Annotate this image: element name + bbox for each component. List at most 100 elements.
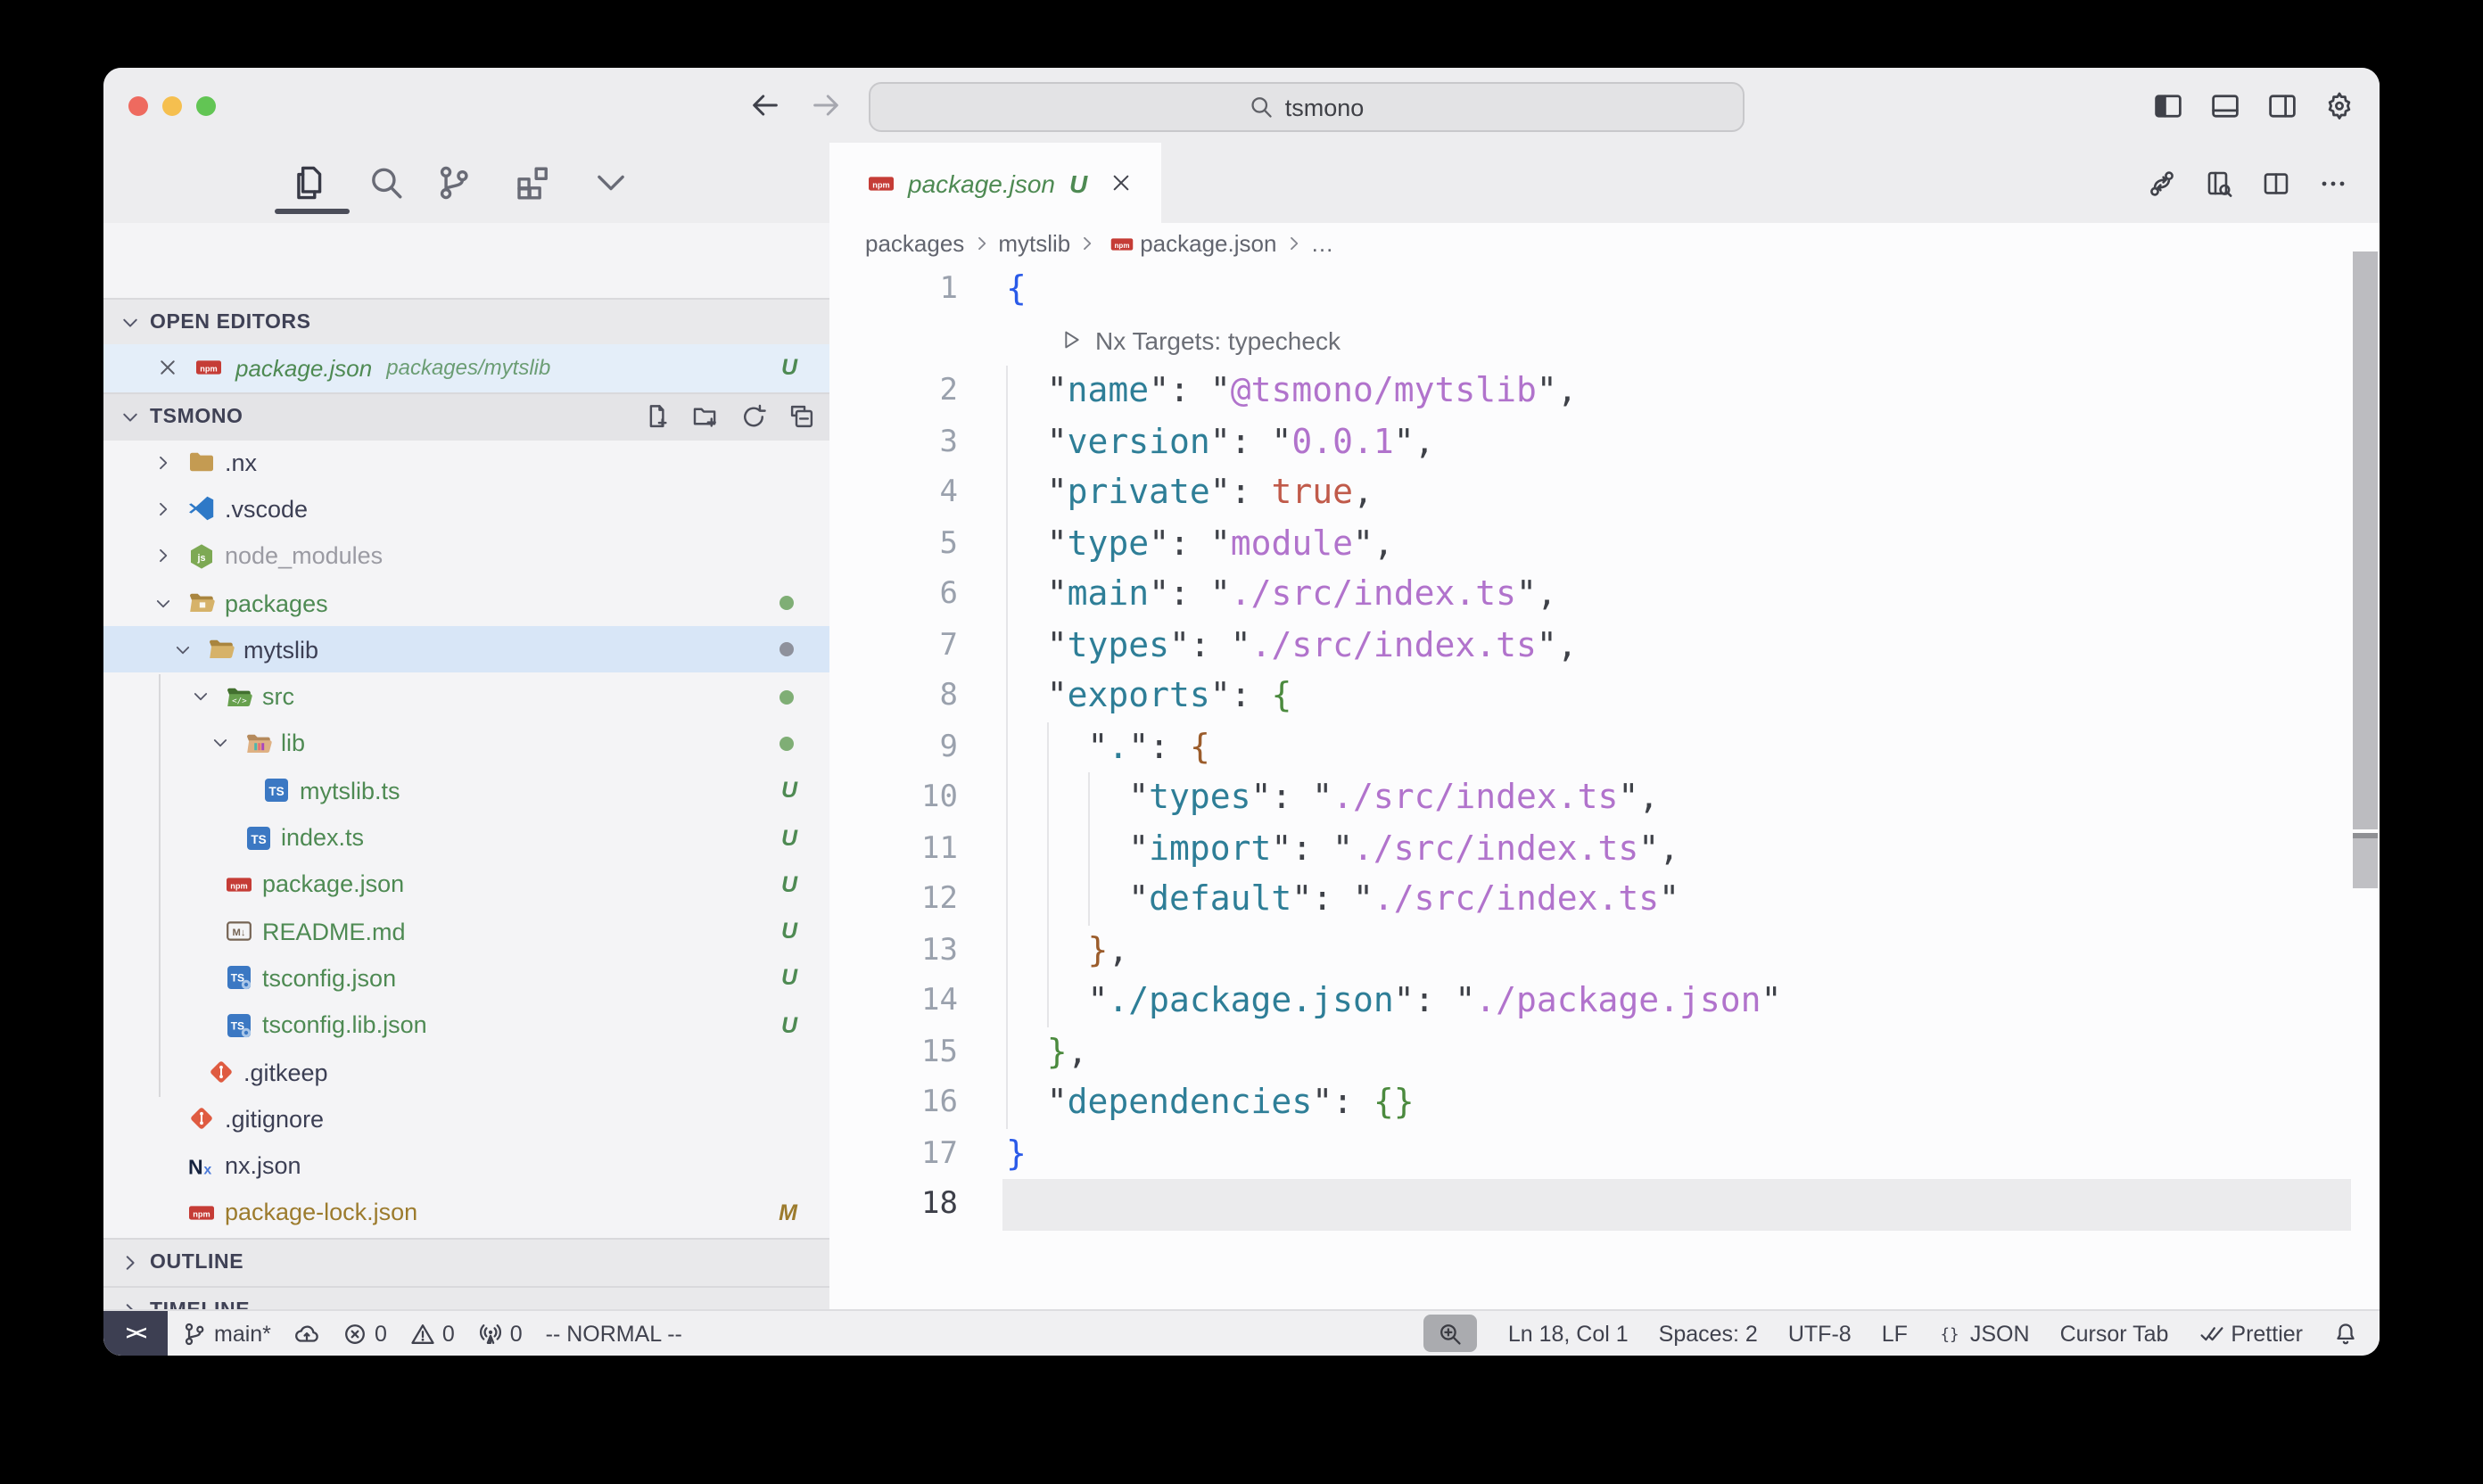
explorer-section-header[interactable]: TSMONO [103,392,829,441]
status-item-label: Cursor Tab [2060,1321,2169,1346]
vscode-icon [187,495,216,524]
new-file-icon[interactable] [644,404,671,431]
code-line-5[interactable]: 5 "type": "module", [829,518,2351,569]
tree-row-package-lock-json[interactable]: npmpackage-lock.jsonM [103,1190,829,1237]
code-area[interactable]: 1{Nx Targets: typecheck2 "name": "@tsmon… [829,143,2351,1311]
tree-row-src[interactable]: </>src [103,673,829,721]
close-editor-icon[interactable] [157,358,178,379]
status-item-0[interactable]: 0 [478,1321,523,1346]
code-line-4[interactable]: 4 "private": true, [829,467,2351,518]
tree-row-tsconfig-lib-json[interactable]: TStsconfig.lib.jsonU [103,1002,829,1049]
tree-row-package-json[interactable]: npmpackage.jsonU [103,861,829,908]
activity-explorer-icon[interactable] [290,164,327,202]
npm-icon: npm [187,1199,216,1227]
status-item-0[interactable]: 0 [410,1321,455,1346]
code-line-17[interactable]: 17} [829,1128,2351,1179]
tree-row--gitignore[interactable]: .gitignore [103,1095,829,1142]
tree-row-nx-json[interactable]: Nxnx.json [103,1142,829,1190]
layout-panel-bottom-icon[interactable] [2210,90,2240,120]
status-item[interactable] [2333,1321,2358,1346]
navigate-back-button[interactable] [749,89,781,121]
status-item-prettier[interactable]: Prettier [2198,1321,2303,1346]
line-number: 13 [883,925,958,976]
status-item-ln-18-col-1[interactable]: Ln 18, Col 1 [1508,1321,1629,1346]
tree-row-index-ts[interactable]: TSindex.tsU [103,814,829,862]
chev-down-icon [191,687,210,706]
status-item-json[interactable]: {}JSON [1938,1321,2030,1346]
code-line-16[interactable]: 16 "dependencies": {} [829,1077,2351,1128]
code-line-14[interactable]: 14 "./package.json": "./package.json" [829,976,2351,1026]
activity-more-views-icon[interactable] [592,164,630,202]
code-text: "name": "@tsmono/mytslib", [1006,366,1578,416]
status-item-lf[interactable]: LF [1882,1321,1908,1346]
code-line-15[interactable]: 15 }, [829,1026,2351,1077]
node-icon: js [187,541,216,570]
tree-row--gitkeep[interactable]: .gitkeep [103,1049,829,1096]
section-header-outline[interactable]: OUTLINE [103,1238,829,1287]
activity-source-control-icon[interactable] [434,164,472,202]
tree-row-readme-md[interactable]: M↓README.mdU [103,908,829,955]
collapse-all-icon[interactable] [788,404,815,431]
tree-row--vscode[interactable]: .vscode [103,486,829,533]
tree-row-node-modules[interactable]: jsnode_modules [103,532,829,580]
minimize-window-button[interactable] [162,96,182,116]
code-lens[interactable]: Nx Targets: typecheck [1060,315,1340,366]
code-line-13[interactable]: 13 }, [829,925,2351,976]
zoom-window-button[interactable] [196,96,216,116]
code-line-18[interactable]: 18 [829,1179,2351,1230]
code-line-8[interactable]: 8 "exports": { [829,671,2351,721]
code-line-9[interactable]: 9 ".": { [829,721,2351,772]
code-line-6[interactable]: 6 "main": "./src/index.ts", [829,569,2351,620]
cloud-upload-icon [294,1321,319,1346]
new-folder-icon[interactable] [692,404,719,431]
tree-item-label: README.md [262,918,406,944]
change-dot-badge [780,689,794,704]
status-item[interactable] [1424,1315,1478,1352]
close-window-button[interactable] [128,96,148,116]
change-dot-badge [780,643,794,657]
layout-sidebar-left-icon[interactable] [2153,90,2183,120]
titlebar: tsmono [103,68,2380,143]
code-line-7[interactable]: 7 "types": "./src/index.ts", [829,620,2351,671]
tree-row-lib[interactable]: lib [103,721,829,768]
open-editor-item[interactable]: npm package.json packages/mytslib U [103,344,829,392]
status-item[interactable] [294,1321,319,1346]
code-line-2[interactable]: 2 "name": "@tsmono/mytslib", [829,366,2351,416]
navigate-forward-button[interactable] [810,89,842,121]
code-line-11[interactable]: 11 "import": "./src/index.ts", [829,823,2351,874]
gear-icon[interactable] [2324,90,2355,120]
activity-extensions-icon[interactable] [514,164,551,202]
code-line-10[interactable]: 10 "types": "./src/index.ts", [829,772,2351,823]
tree-row--nx[interactable]: .nx [103,439,829,486]
open-editors-section-header[interactable]: OPEN EDITORS [103,298,829,347]
status-item-0[interactable]: 0 [342,1321,387,1346]
layout-sidebar-right-icon[interactable] [2267,90,2297,120]
code-line-3[interactable]: 3 "version": "0.0.1", [829,416,2351,467]
status-item-utf-8[interactable]: UTF-8 [1788,1321,1852,1346]
code-text: "main": "./src/index.ts", [1006,569,1557,620]
play-icon [1060,329,1083,352]
code-line-12[interactable]: 12 "default": "./src/index.ts" [829,874,2351,925]
source-control-icon [182,1321,207,1346]
code-text: "./package.json": "./package.json" [1006,976,1781,1026]
tree-row-tsconfig-json[interactable]: TStsconfig.jsonU [103,955,829,1002]
command-center-search[interactable]: tsmono [869,82,1745,132]
refresh-icon[interactable] [740,404,767,431]
scrollbar-thumb-end[interactable] [2353,838,2378,888]
activity-search-icon[interactable] [367,164,405,202]
status-item-main-[interactable]: main* [182,1321,271,1346]
tree-row-packages[interactable]: packages [103,580,829,627]
scrollbar-thumb[interactable] [2353,251,2378,829]
layout-controls [2153,68,2355,143]
status-item-cursor-tab[interactable]: Cursor Tab [2060,1321,2169,1346]
tree-row-mytslib[interactable]: mytslib [103,626,829,673]
tree-item-label: .nx [225,449,257,475]
code-line-1[interactable]: 1{ [829,264,2351,315]
status-item-spaces-2[interactable]: Spaces: 2 [1659,1321,1758,1346]
remote-indicator[interactable]: >< [103,1311,168,1356]
chev-right-icon [153,499,173,519]
status-item--normal-[interactable]: -- NORMAL -- [546,1321,682,1346]
tree-item-label: .gitignore [225,1106,324,1133]
tree-row-mytslib-ts[interactable]: TSmytslib.tsU [103,767,829,814]
status-item-label: 0 [375,1321,387,1346]
